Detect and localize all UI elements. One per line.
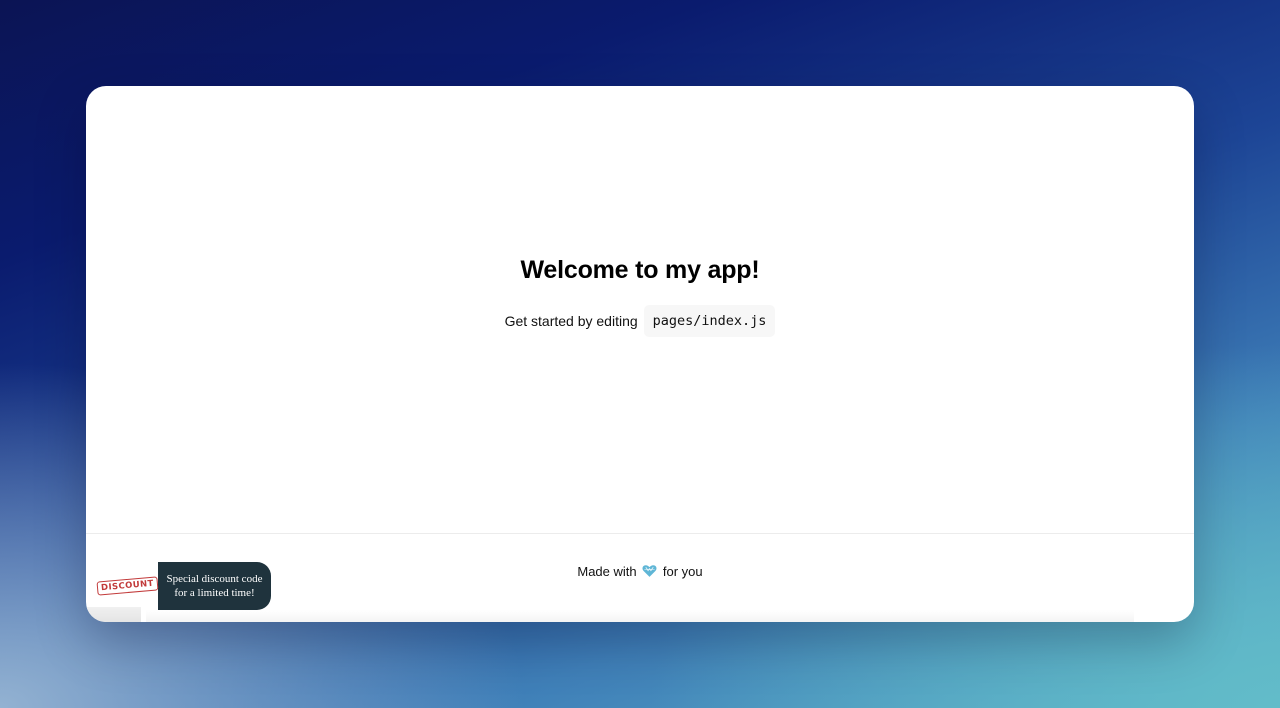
getting-started-text: Get started by editing bbox=[504, 313, 638, 329]
heart-icon bbox=[642, 564, 657, 581]
footer-text-after: for you bbox=[662, 564, 703, 579]
page-title: Welcome to my app! bbox=[520, 256, 760, 284]
footer-shadow bbox=[146, 610, 1134, 622]
discount-message-button[interactable]: Special discount code for a limited time… bbox=[158, 562, 271, 610]
main-content: Welcome to my app! Get started by editin… bbox=[86, 86, 1194, 533]
discount-message-line1: Special discount code bbox=[166, 573, 263, 585]
footer-text-before: Made with bbox=[577, 564, 637, 579]
discount-stamp-icon: DISCOUNT bbox=[96, 576, 158, 596]
app-window: Welcome to my app! Get started by editin… bbox=[86, 86, 1194, 622]
discount-stamp[interactable]: DISCOUNT bbox=[96, 562, 158, 610]
discount-widget[interactable]: DISCOUNT Special discount code for a lim… bbox=[96, 562, 271, 610]
code-path: pages/index.js bbox=[643, 305, 776, 337]
discount-message-line2: for a limited time! bbox=[174, 587, 255, 599]
corner-tab bbox=[86, 607, 141, 622]
getting-started-row: Get started by editing pages/index.js bbox=[505, 305, 776, 337]
